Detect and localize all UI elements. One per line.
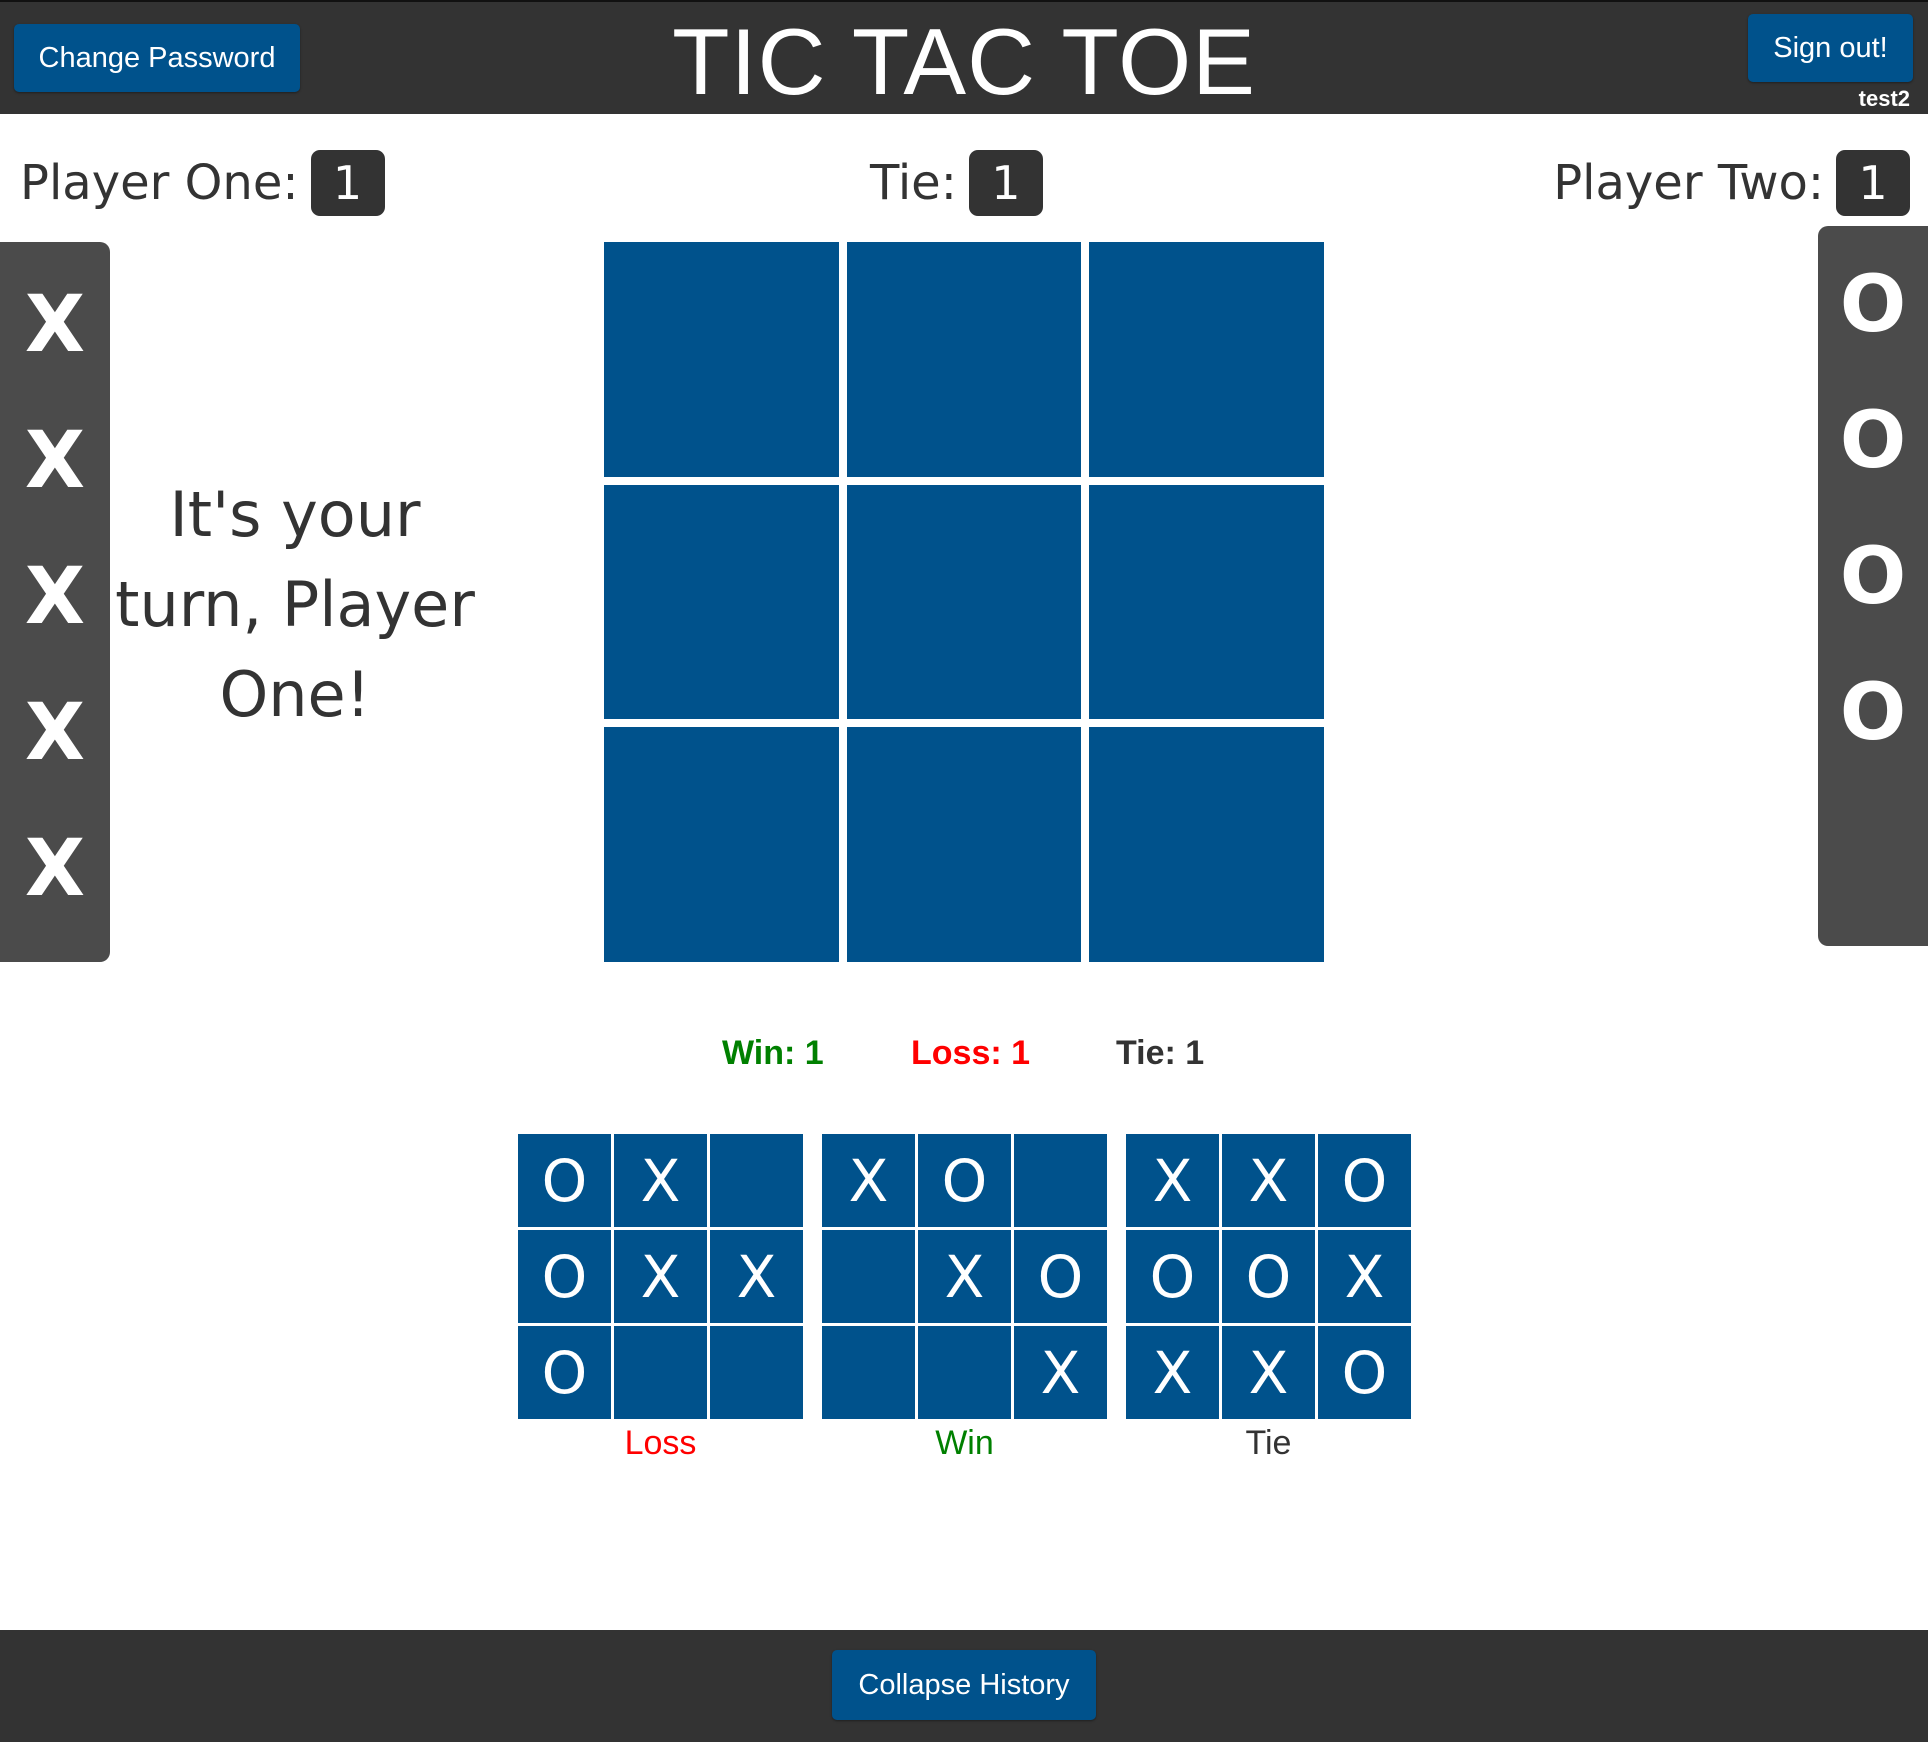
o-piece[interactable]: O <box>1818 538 1928 616</box>
history-cell <box>822 1230 915 1323</box>
history-cell: O <box>1126 1230 1219 1323</box>
sign-out-button[interactable]: Sign out! <box>1748 14 1913 82</box>
x-piece[interactable]: X <box>0 558 110 636</box>
history-cell: O <box>1222 1230 1315 1323</box>
o-piece[interactable]: O <box>1818 402 1928 480</box>
o-piece[interactable]: O <box>1818 674 1928 752</box>
player-two-piece-tray: O O O O <box>1818 226 1928 946</box>
history-cell: O <box>518 1230 611 1323</box>
history-cell: X <box>918 1230 1011 1323</box>
game-board <box>604 242 1324 962</box>
history-cell: X <box>1014 1326 1107 1419</box>
player-two-score: Player Two: 1 <box>1553 150 1910 216</box>
history-cell <box>822 1326 915 1419</box>
history-cell <box>614 1326 707 1419</box>
history-cell: X <box>614 1230 707 1323</box>
history-cell <box>710 1326 803 1419</box>
board-cell[interactable] <box>604 242 839 477</box>
player-one-score: Player One: 1 <box>20 150 385 216</box>
history-cell: X <box>822 1134 915 1227</box>
player-one-label: Player One: <box>20 155 299 211</box>
history-cell: O <box>1318 1326 1411 1419</box>
history-cell <box>1014 1134 1107 1227</box>
board-cell[interactable] <box>846 727 1082 962</box>
board-cell[interactable] <box>846 484 1082 720</box>
tie-label: Tie: <box>870 155 957 211</box>
bottom-bar: Collapse History <box>0 1630 1928 1742</box>
x-piece[interactable]: X <box>0 694 110 772</box>
history-game-board: X X O O O X X X O <box>1126 1134 1411 1419</box>
history-tie-count: Tie: 1 <box>1116 1034 1205 1072</box>
history-game-board: O X O X X O <box>518 1134 803 1419</box>
history-result-tie: Tie <box>1245 1424 1292 1462</box>
board-cell[interactable] <box>1089 727 1324 962</box>
player-two-label: Player Two: <box>1553 155 1824 211</box>
history-cell: X <box>1318 1230 1411 1323</box>
page-title: TIC TAC TOE <box>672 9 1256 114</box>
history-cell: X <box>1126 1134 1219 1227</box>
x-piece[interactable]: X <box>0 830 110 908</box>
history-cell <box>918 1326 1011 1419</box>
board-cell[interactable] <box>1089 242 1324 477</box>
o-piece[interactable]: O <box>1818 266 1928 344</box>
history-win-count: Win: 1 <box>722 1034 824 1072</box>
history-cell: X <box>614 1134 707 1227</box>
top-bar: Change Password TIC TAC TOE Sign out! te… <box>0 0 1928 114</box>
collapse-history-button[interactable]: Collapse History <box>832 1650 1096 1720</box>
history-cell: O <box>1014 1230 1107 1323</box>
history-result-loss: Loss <box>624 1424 697 1462</box>
username-label: test2 <box>1858 86 1910 111</box>
history-cell: X <box>1222 1326 1315 1419</box>
player-one-score-badge: 1 <box>310 150 385 216</box>
history-result-win: Win <box>935 1424 994 1462</box>
board-cell[interactable] <box>1089 484 1324 720</box>
history-loss-count: Loss: 1 <box>911 1034 1031 1072</box>
history-cell: O <box>518 1134 611 1227</box>
tie-score-badge: 1 <box>968 150 1043 216</box>
board-cell[interactable] <box>846 242 1082 477</box>
history-cell: X <box>1126 1326 1219 1419</box>
board-cell[interactable] <box>604 484 839 720</box>
history-cell: X <box>710 1230 803 1323</box>
history-cell: O <box>918 1134 1011 1227</box>
turn-message: It's your turn, Player One! <box>115 478 475 731</box>
history-cell <box>710 1134 803 1227</box>
history-cell: X <box>1222 1134 1315 1227</box>
history-game-board: X O X O X <box>822 1134 1107 1419</box>
player-two-score-badge: 1 <box>1836 150 1910 216</box>
tie-score: Tie: 1 <box>870 150 1043 216</box>
x-piece[interactable]: X <box>0 422 110 500</box>
x-piece[interactable]: X <box>0 286 110 364</box>
board-cell[interactable] <box>604 727 839 962</box>
history-cell: O <box>1318 1134 1411 1227</box>
history-cell: O <box>518 1326 611 1419</box>
player-one-piece-tray: X X X X X <box>0 242 110 962</box>
